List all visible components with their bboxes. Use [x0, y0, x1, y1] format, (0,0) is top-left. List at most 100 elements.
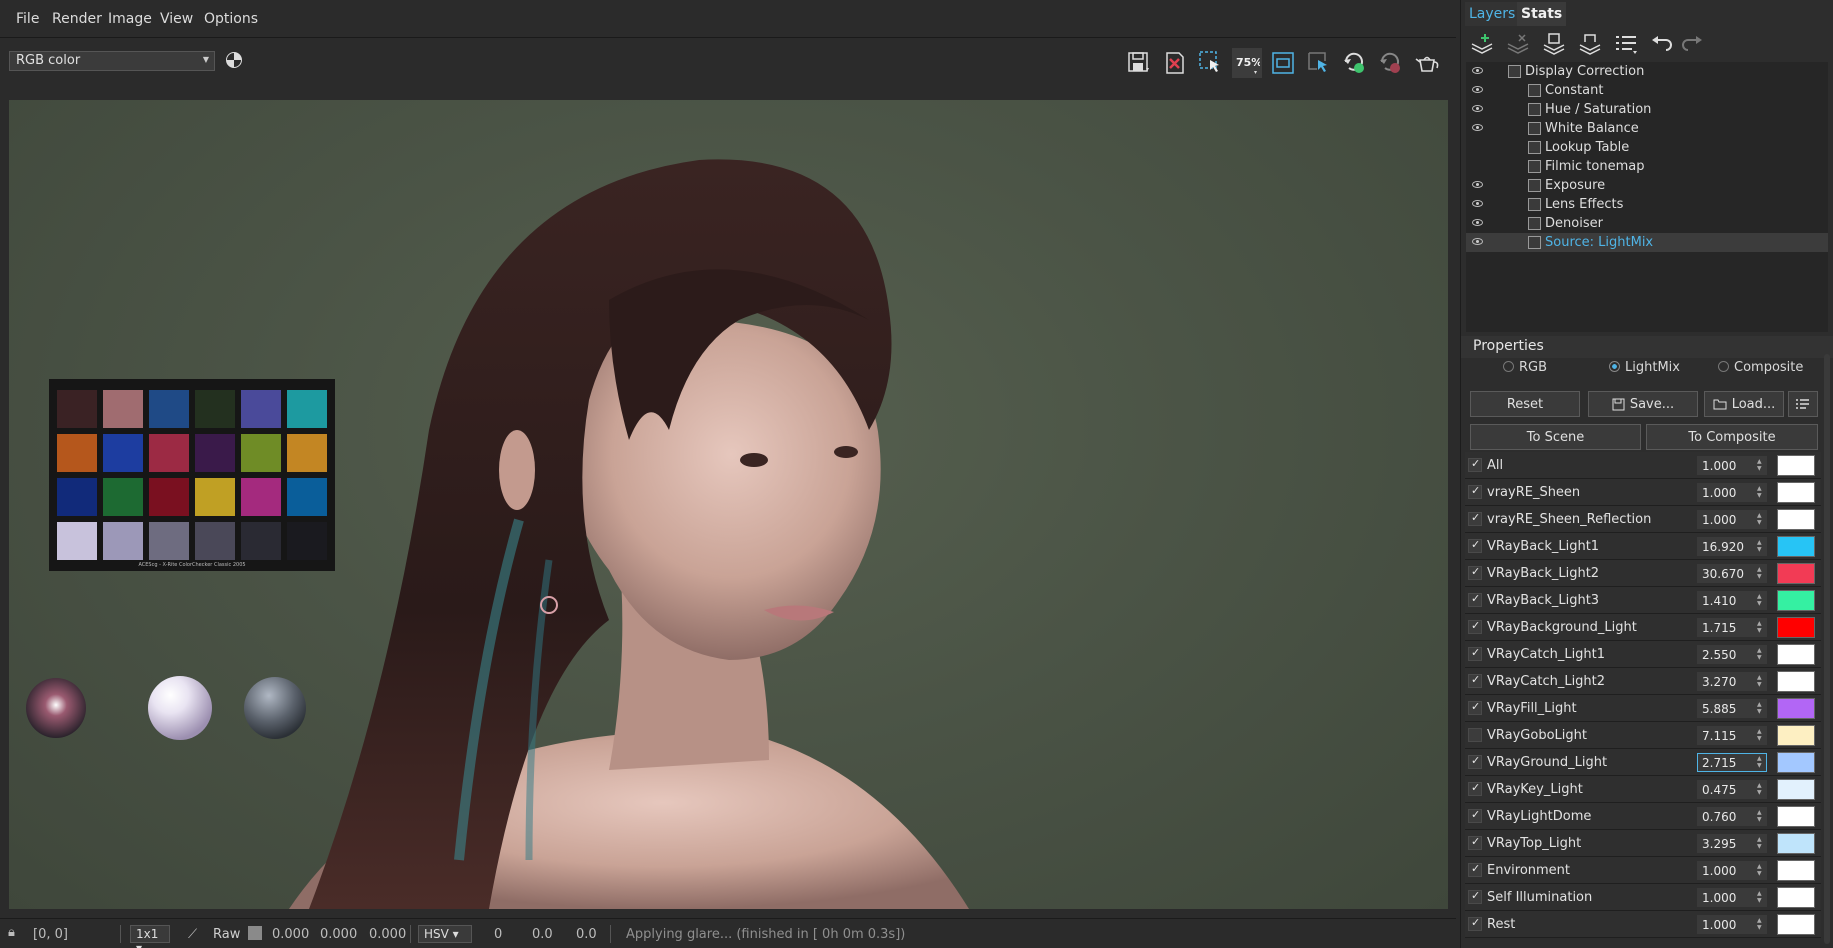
to-composite-button[interactable]: To Composite	[1646, 424, 1818, 450]
channel-select[interactable]: RGB color ▼	[9, 51, 215, 71]
save-layers-button[interactable]	[1539, 30, 1569, 58]
save-image-button[interactable]	[1124, 48, 1154, 78]
light-enable-checkbox[interactable]	[1468, 808, 1482, 823]
track-mouse-button[interactable]	[1304, 48, 1334, 78]
save-lightmix-button[interactable]: Save...	[1588, 391, 1698, 417]
light-color-swatch[interactable]	[1777, 482, 1815, 503]
clear-image-button[interactable]	[1160, 48, 1190, 78]
layer-row[interactable]: Source: LightMix	[1466, 233, 1828, 252]
light-enable-checkbox[interactable]	[1468, 728, 1482, 742]
mode-composite-radio[interactable]: Composite	[1718, 360, 1803, 375]
pixel-ratio-select[interactable]: 1x1 ▾	[130, 925, 170, 948]
spinner-arrows-icon[interactable]: ▲ ▼	[1757, 593, 1762, 607]
menu-view[interactable]: View	[160, 11, 193, 27]
render-viewport[interactable]: ACEScg - X-Rite ColorChecker Classic 200…	[9, 100, 1448, 909]
spinner-arrows-icon[interactable]: ▲ ▼	[1757, 485, 1762, 499]
eye-icon[interactable]	[1472, 181, 1483, 188]
to-scene-button[interactable]: To Scene	[1470, 424, 1641, 450]
layer-row[interactable]: Hue / Saturation	[1466, 100, 1828, 119]
mode-lightmix-radio[interactable]: LightMix	[1609, 360, 1680, 375]
light-enable-checkbox[interactable]	[1468, 889, 1482, 904]
light-color-swatch[interactable]	[1777, 833, 1815, 854]
spinner-arrows-icon[interactable]: ▲ ▼	[1757, 755, 1762, 769]
spinner-arrows-icon[interactable]: ▲ ▼	[1757, 620, 1762, 634]
light-color-swatch[interactable]	[1777, 914, 1815, 935]
spinner-arrows-icon[interactable]: ▲ ▼	[1757, 782, 1762, 796]
spinner-arrows-icon[interactable]: ▲ ▼	[1757, 890, 1762, 904]
color-mode-select[interactable]: HSV ▾	[418, 925, 472, 943]
light-color-swatch[interactable]	[1777, 563, 1815, 584]
render-teapot-button[interactable]	[1412, 48, 1442, 78]
light-enable-checkbox[interactable]	[1468, 565, 1482, 580]
load-lightmix-button[interactable]: Load...	[1704, 391, 1784, 417]
light-color-swatch[interactable]	[1777, 590, 1815, 611]
eye-icon[interactable]	[1472, 200, 1483, 207]
light-enable-checkbox[interactable]	[1468, 646, 1482, 661]
render-button[interactable]	[1340, 48, 1370, 78]
light-color-swatch[interactable]	[1777, 779, 1815, 800]
layer-row[interactable]: Lens Effects	[1466, 195, 1828, 214]
light-color-swatch[interactable]	[1777, 509, 1815, 530]
mode-rgb-radio[interactable]: RGB	[1503, 360, 1547, 375]
light-enable-checkbox[interactable]	[1468, 916, 1482, 931]
layer-row[interactable]: Exposure	[1466, 176, 1828, 195]
light-color-swatch[interactable]	[1777, 887, 1815, 908]
light-color-swatch[interactable]	[1777, 806, 1815, 827]
light-color-swatch[interactable]	[1777, 698, 1815, 719]
menu-options[interactable]: Options	[204, 11, 258, 27]
tab-stats[interactable]: Stats	[1517, 2, 1567, 26]
light-color-swatch[interactable]	[1777, 725, 1815, 746]
light-color-swatch[interactable]	[1777, 860, 1815, 881]
spinner-arrows-icon[interactable]: ▲ ▼	[1757, 917, 1762, 931]
properties-scrollbar[interactable]	[1824, 354, 1830, 944]
eye-icon[interactable]	[1472, 105, 1483, 112]
spinner-arrows-icon[interactable]: ▲ ▼	[1757, 863, 1762, 877]
spinner-arrows-icon[interactable]: ▲ ▼	[1757, 647, 1762, 661]
spinner-arrows-icon[interactable]: ▲ ▼	[1757, 728, 1762, 742]
color-corrections-toggle-icon[interactable]	[226, 52, 242, 68]
light-enable-checkbox[interactable]	[1468, 592, 1482, 607]
spinner-arrows-icon[interactable]: ▲ ▼	[1757, 836, 1762, 850]
menu-image[interactable]: Image	[108, 11, 152, 27]
delete-layer-button[interactable]	[1503, 30, 1533, 58]
light-enable-checkbox[interactable]	[1468, 484, 1482, 499]
light-enable-checkbox[interactable]	[1468, 619, 1482, 634]
light-enable-checkbox[interactable]	[1468, 835, 1482, 850]
light-color-swatch[interactable]	[1777, 455, 1815, 476]
reset-button[interactable]: Reset	[1470, 391, 1580, 417]
spinner-arrows-icon[interactable]: ▲ ▼	[1757, 539, 1762, 553]
load-layers-button[interactable]	[1575, 30, 1605, 58]
light-color-swatch[interactable]	[1777, 752, 1815, 773]
eye-icon[interactable]	[1472, 67, 1483, 74]
tab-layers[interactable]: Layers	[1465, 2, 1520, 26]
undo-button[interactable]	[1647, 30, 1677, 58]
spinner-arrows-icon[interactable]: ▲ ▼	[1757, 701, 1762, 715]
fit-view-button[interactable]	[1268, 48, 1298, 78]
light-enable-checkbox[interactable]	[1468, 538, 1482, 553]
spinner-arrows-icon[interactable]: ▲ ▼	[1757, 809, 1762, 823]
stop-render-button[interactable]	[1376, 48, 1406, 78]
light-enable-checkbox[interactable]	[1468, 754, 1482, 769]
light-color-swatch[interactable]	[1777, 536, 1815, 557]
eye-icon[interactable]	[1472, 238, 1483, 245]
light-enable-checkbox[interactable]	[1468, 511, 1482, 526]
menu-file[interactable]: File	[16, 11, 39, 27]
light-enable-checkbox[interactable]	[1468, 781, 1482, 796]
light-enable-checkbox[interactable]	[1468, 862, 1482, 877]
light-color-swatch[interactable]	[1777, 617, 1815, 638]
light-color-swatch[interactable]	[1777, 671, 1815, 692]
light-enable-checkbox[interactable]	[1468, 457, 1482, 472]
curve-icon[interactable]: ⟋	[188, 927, 197, 942]
layer-row[interactable]: Constant	[1466, 81, 1828, 100]
layer-row[interactable]: Display Correction	[1466, 62, 1828, 81]
light-enable-checkbox[interactable]	[1468, 673, 1482, 688]
spinner-arrows-icon[interactable]: ▲ ▼	[1757, 674, 1762, 688]
spinner-arrows-icon[interactable]: ▲ ▼	[1757, 458, 1762, 472]
layer-row[interactable]: White Balance	[1466, 119, 1828, 138]
light-enable-checkbox[interactable]	[1468, 700, 1482, 715]
spinner-arrows-icon[interactable]: ▲ ▼	[1757, 512, 1762, 526]
menu-render[interactable]: Render	[52, 11, 102, 27]
redo-button[interactable]	[1677, 30, 1707, 58]
layer-row[interactable]: Filmic tonemap	[1466, 157, 1828, 176]
light-color-swatch[interactable]	[1777, 644, 1815, 665]
